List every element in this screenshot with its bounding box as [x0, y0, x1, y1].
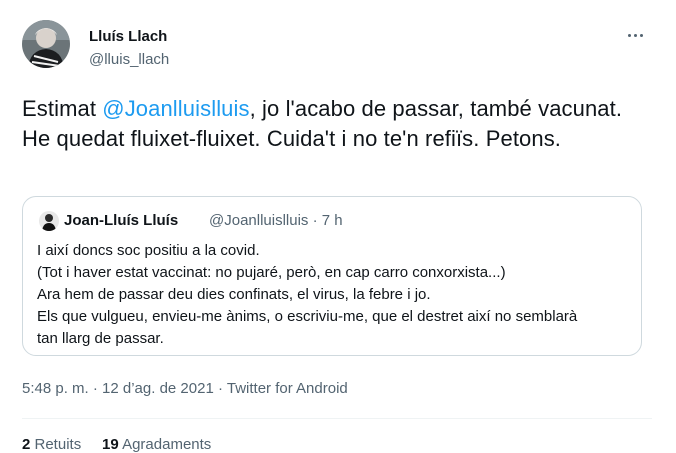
tweet-metadata: 5:48 p. m. · 12 d’ag. de 2021 · Twitter … — [22, 380, 348, 397]
mention-link[interactable]: @Joanlluislluis — [102, 96, 249, 121]
quoted-text-line: tan llarg de passar. — [37, 330, 164, 347]
tweet-text-start: Estimat — [22, 96, 103, 121]
quoted-text-line: (Tot i haver estat vaccinat: no pujaré, … — [37, 264, 506, 281]
author-avatar[interactable] — [22, 20, 70, 68]
more-horizontal-icon[interactable] — [624, 26, 646, 44]
tweet-text: Estimat @Joanlluislluis, jo l'acabo de p… — [22, 94, 652, 154]
quoted-tweet-text: I així doncs soc positiu a la covid. (To… — [37, 240, 633, 350]
quoted-text-line: Ara hem de passar deu dies confinats, el… — [37, 286, 431, 303]
quoted-text-line: I així doncs soc positiu a la covid. — [37, 242, 260, 259]
quoted-author-name[interactable]: Joan-Lluís Lluís — [64, 212, 178, 229]
author-name[interactable]: Lluís Llach — [89, 28, 167, 45]
timestamp[interactable]: 5:48 p. m. · 12 d’ag. de 2021 · — [22, 380, 227, 397]
quoted-tweet[interactable]: Joan-Lluís Lluís @Joanlluislluis · 7 h I… — [22, 196, 642, 356]
likes-stat[interactable]: 19 Agradaments — [102, 436, 211, 453]
author-handle[interactable]: @lluis_llach — [89, 51, 169, 68]
quoted-text-line: Els que vulgueu, envieu-me ànims, o escr… — [37, 308, 578, 325]
engagement-stats: 2 Retuits 19 Agradaments — [22, 436, 211, 453]
retweets-stat[interactable]: 2 Retuits — [22, 436, 81, 453]
retweets-label: Retuits — [30, 436, 82, 453]
tweet: Lluís Llach @lluis_llach Estimat @Joanll… — [0, 0, 676, 453]
likes-count: 19 — [102, 436, 119, 453]
divider — [22, 418, 652, 419]
source-link[interactable]: Twitter for Android — [227, 380, 348, 397]
quoted-author-handle[interactable]: @Joanlluislluis · 7 h — [209, 212, 343, 229]
quoted-author-avatar[interactable] — [39, 211, 59, 231]
likes-label: Agradaments — [118, 436, 212, 453]
